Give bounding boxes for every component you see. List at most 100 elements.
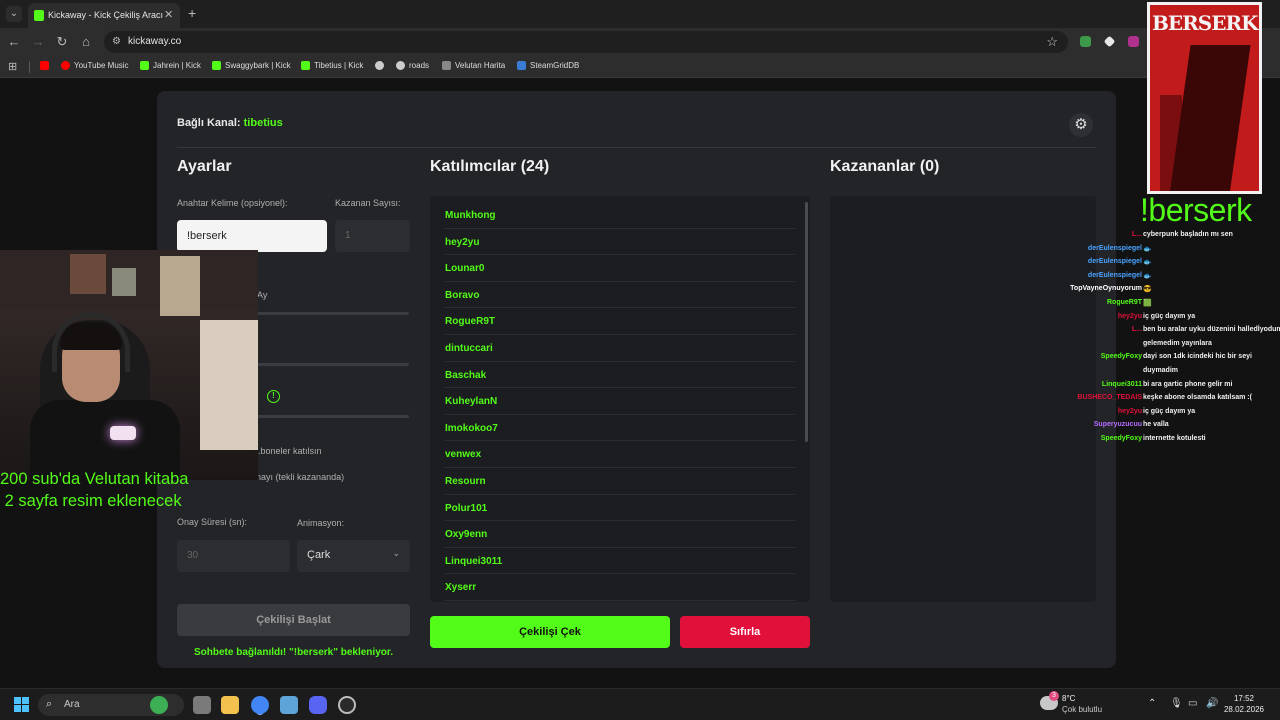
chat-text: 🐟 (1143, 245, 1152, 253)
site-info-icon[interactable]: ⚙ (112, 36, 121, 47)
keyword-input[interactable]: !berserk (177, 220, 327, 252)
berserk-poster-image: BERSERK (1147, 2, 1262, 194)
chat-text: keşke abone olsamda katılsam :( (1143, 394, 1252, 402)
participant-row: Imokokoo7 (445, 415, 795, 442)
participant-row: Lounar0 (445, 255, 795, 282)
windows-taskbar: ⌕ Ara 3 8°C Çok bulutlu ⌃ 🎙 ▭ 🔊 17:52 28… (0, 688, 1280, 720)
webcam-overlay (0, 250, 258, 480)
bookmark-roads[interactable]: roads (396, 61, 429, 70)
clock-time[interactable]: 17:52 (1220, 694, 1268, 703)
chevron-down-icon: ⌄ (392, 548, 400, 558)
url-text[interactable]: kickaway.co (128, 36, 181, 47)
app-icon[interactable] (280, 696, 298, 714)
draw-winner-button[interactable]: Çekilişi Çek (430, 616, 670, 648)
bookmark-star-icon[interactable]: ☆ (1046, 34, 1058, 50)
participant-row: dintuccari (445, 335, 795, 362)
channel-label: Bağlı Kanal: (177, 117, 241, 129)
bookmark-youtube-icon[interactable] (40, 61, 49, 70)
chat-username: L... (1131, 326, 1142, 334)
extension-pink-icon[interactable] (1128, 36, 1139, 47)
info-warning-icon: ! (267, 390, 280, 403)
scrollbar[interactable] (805, 202, 808, 442)
chat-text: 🐟 (1143, 259, 1152, 267)
chat-text: gelemedim yayınlara (1143, 339, 1212, 347)
bookmark-velutan-harita[interactable]: Velutan Harita (442, 61, 505, 70)
chat-text: he valla (1143, 421, 1169, 429)
participant-row: KuheylanN (445, 388, 795, 415)
file-explorer-icon[interactable] (221, 696, 239, 714)
tab-search-chevron-icon[interactable]: ⌄ (6, 6, 22, 22)
participant-row: Linquei3011 (445, 548, 795, 575)
volume-icon[interactable]: 🔊 (1206, 698, 1218, 709)
tab-close-icon[interactable]: ✕ (164, 8, 173, 21)
obs-icon[interactable] (338, 696, 356, 714)
channel-name: tibetius (243, 117, 283, 129)
webcam-headset (52, 312, 130, 372)
start-giveaway-button[interactable]: Çekilişi Başlat (177, 604, 410, 636)
settings-title: Ayarlar (177, 158, 232, 175)
home-icon[interactable]: ⌂ (78, 34, 94, 49)
new-tab-plus-icon[interactable]: + (188, 5, 196, 21)
participant-row: Resourn (445, 468, 795, 495)
forward-arrow-icon[interactable]: → (30, 34, 46, 49)
chat-username: L... (1131, 231, 1142, 238)
chat-username: SpeedyFoxy (1100, 353, 1142, 361)
clock-date[interactable]: 28.02.2026 (1220, 705, 1268, 714)
participants-list[interactable]: Munkhong hey2yu Lounar0 Boravo RogueR9T dintu… (430, 196, 810, 602)
chat-username: derEulenspiegel (1087, 258, 1142, 266)
bookmark-label: Velutan Harita (455, 61, 506, 70)
chat-username: derEulenspiegel (1087, 271, 1142, 279)
weather-badge: 3 (1049, 691, 1059, 701)
windows-start-icon[interactable] (14, 697, 29, 712)
webcam-wall-poster (160, 256, 200, 316)
bookmark-swaggybark[interactable]: Swaggybark | Kick (212, 61, 291, 70)
confirm-time-input[interactable]: 30 (177, 540, 290, 572)
subscribers-only-option[interactable]: ...boneler katılsın (253, 446, 322, 456)
chat-username: Linquei3011 (1101, 380, 1142, 388)
chat-username: Superyuzucuu (1093, 421, 1142, 429)
weather-description[interactable]: Çok bulutlu (1062, 705, 1102, 714)
chat-text: 😎 (1143, 286, 1152, 294)
bookmark-steamgriddb[interactable]: SteamGridDB (517, 61, 579, 70)
microphone-icon[interactable]: 🎙 (1170, 698, 1183, 709)
partial-setting-label: Ay (257, 290, 268, 300)
kick-favicon-icon (34, 10, 44, 21)
taskbar-search[interactable]: ⌕ Ara (38, 694, 184, 716)
network-icon[interactable]: ▭ (1188, 698, 1197, 709)
task-view-icon[interactable] (193, 696, 211, 714)
bookmark-globe-icon[interactable] (375, 61, 384, 70)
winner-count-input[interactable]: 1 (335, 220, 410, 252)
bookmark-youtube-music[interactable]: YouTube Music (61, 61, 129, 70)
chat-text: 🐟 (1143, 272, 1152, 280)
confirm-time-label: Onay Süresi (sn): (177, 517, 248, 527)
stream-goal-note: 200 sub'da Velutan kitaba 2 sayfa resim … (0, 470, 189, 510)
reload-icon[interactable]: ↻ (54, 34, 70, 50)
divider (177, 147, 1096, 148)
chat-username: RogueR9T (1107, 299, 1142, 306)
bookmark-label: SteamGridDB (530, 61, 580, 70)
apps-grid-icon[interactable]: ⊞ (8, 60, 17, 73)
back-arrow-icon[interactable]: ← (6, 34, 22, 49)
chat-text: dayi son 1dk icindeki hic bir seyi (1143, 353, 1252, 361)
bookmark-jahrein[interactable]: Jahrein | Kick (140, 61, 201, 70)
bookmark-tibetius[interactable]: Tibetius | Kick (301, 61, 363, 70)
bookmark-label: roads (409, 61, 430, 70)
bookmark-label: YouTube Music (74, 61, 129, 70)
weather-temperature[interactable]: 8°C (1062, 694, 1075, 703)
participant-row: Xyserr (445, 574, 795, 601)
discord-icon[interactable] (309, 696, 327, 714)
address-bar[interactable]: ⚙ kickaway.co ☆ (104, 31, 1068, 53)
extension-diamond-icon[interactable] (1103, 35, 1116, 48)
chat-text: 🟩 (1143, 300, 1152, 307)
chat-username: hey2yu (1117, 312, 1142, 320)
animation-select[interactable]: Çark ⌄ (297, 540, 410, 572)
winners-title: Kazananlar (0) (830, 158, 940, 175)
reset-button[interactable]: Sıfırla (680, 616, 810, 648)
chrome-icon[interactable] (251, 696, 269, 714)
gear-icon[interactable]: ⚙ (1069, 113, 1093, 137)
extension-shield-icon[interactable] (1080, 36, 1091, 47)
tray-chevron-up-icon[interactable]: ⌃ (1148, 698, 1156, 709)
chat-text: internette kotulesti (1143, 435, 1206, 442)
chat-text: cyberpunk başladın mı sen (1143, 231, 1233, 238)
browser-tab-active[interactable]: Kickaway - Kick Çekiliş Aracı ✕ (28, 3, 180, 28)
